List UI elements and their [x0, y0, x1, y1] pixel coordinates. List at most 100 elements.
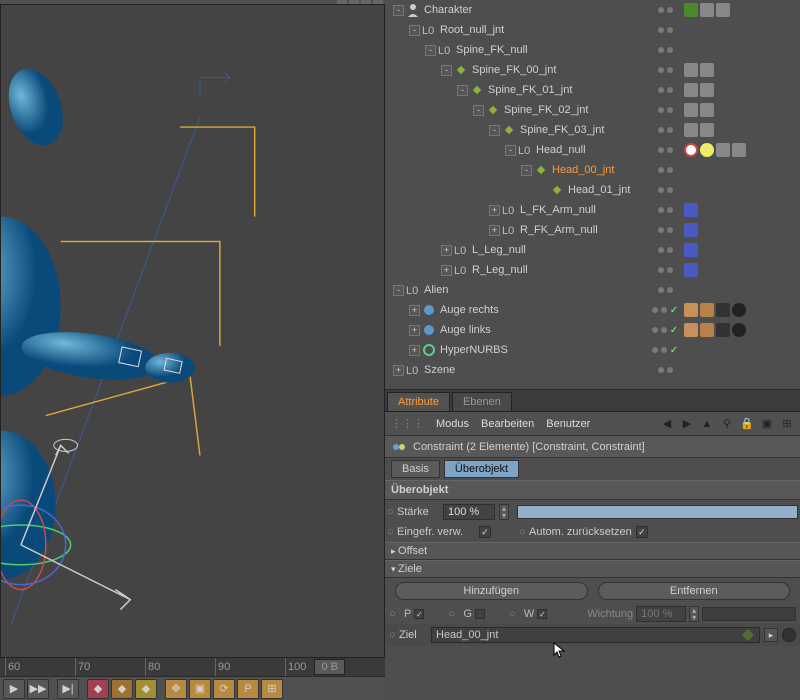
expand-toggle[interactable]: - — [473, 105, 484, 116]
hierarchy-row[interactable]: -L0Head_null — [385, 140, 800, 160]
visibility-dots[interactable]: ✓ — [650, 325, 680, 336]
object-name-label[interactable]: Charakter — [424, 4, 472, 16]
hierarchy-row[interactable]: -L0Alien — [385, 280, 800, 300]
visibility-dots[interactable] — [650, 7, 680, 13]
expand-toggle[interactable]: - — [393, 5, 404, 16]
po-tag-icon[interactable] — [716, 143, 730, 157]
ps-tag-icon[interactable] — [716, 3, 730, 17]
expand-toggle[interactable]: - — [521, 165, 532, 176]
tag-area[interactable] — [680, 203, 800, 217]
tag-area[interactable] — [680, 263, 800, 277]
nav-up-icon[interactable]: ▲ — [700, 417, 714, 431]
nav-back-icon[interactable]: ◀ — [660, 417, 674, 431]
offset-section-toggle[interactable]: Offset — [385, 542, 800, 560]
expand-toggle[interactable]: - — [457, 85, 468, 96]
tex-tag-icon[interactable] — [684, 323, 698, 337]
expand-toggle[interactable]: + — [409, 305, 420, 316]
search-icon[interactable]: ⚲ — [720, 417, 734, 431]
tag-area[interactable] — [680, 83, 800, 97]
expand-toggle[interactable]: + — [441, 265, 452, 276]
starke-input[interactable] — [443, 504, 495, 520]
expand-toggle[interactable]: - — [441, 65, 452, 76]
visibility-dots[interactable] — [650, 47, 680, 53]
tag-area[interactable] — [680, 303, 800, 317]
menu-modus[interactable]: Modus — [436, 418, 469, 430]
tag-area[interactable] — [680, 323, 800, 337]
nav-fwd-icon[interactable]: ▶ — [680, 417, 694, 431]
menu-bearbeiten[interactable]: Bearbeiten — [481, 418, 534, 430]
play-forward-button[interactable]: ▶▶ — [27, 679, 49, 699]
po-tag-icon[interactable] — [684, 63, 698, 77]
hierarchy-row[interactable]: +Auge links✓ — [385, 320, 800, 340]
visibility-dots[interactable] — [650, 167, 680, 173]
hierarchy-row[interactable]: +L0L_Leg_null — [385, 240, 800, 260]
object-name-label[interactable]: Spine_FK_null — [456, 44, 528, 56]
object-name-label[interactable]: Root_null_jnt — [440, 24, 504, 36]
tag-area[interactable] — [680, 123, 800, 137]
visibility-dots[interactable] — [650, 247, 680, 253]
eingefr-checkbox[interactable]: ✓ — [479, 526, 491, 538]
subtab-basis[interactable]: Basis — [391, 460, 440, 478]
visibility-dots[interactable] — [650, 267, 680, 273]
ps-tag-icon[interactable] — [700, 103, 714, 117]
hierarchy-row[interactable]: +L0R_FK_Arm_null — [385, 220, 800, 240]
visibility-dots[interactable] — [650, 187, 680, 193]
entfernen-button[interactable]: Entfernen — [598, 582, 791, 600]
po-tag-icon[interactable] — [684, 83, 698, 97]
object-name-label[interactable]: Spine_FK_02_jnt — [504, 104, 588, 116]
hierarchy-row[interactable]: +L0Szene — [385, 360, 800, 380]
object-name-label[interactable]: Head_00_jnt — [552, 164, 614, 176]
blue-red-tag-icon[interactable] — [684, 223, 698, 237]
visibility-dots[interactable] — [650, 67, 680, 73]
move-tool-button[interactable]: ✥ — [165, 679, 187, 699]
tag-area[interactable] — [680, 243, 800, 257]
object-name-label[interactable]: R_Leg_null — [472, 264, 528, 276]
expand-toggle[interactable]: - — [393, 285, 404, 296]
ziel-link-field[interactable]: Head_00_jnt — [431, 627, 760, 643]
ps-tag-icon[interactable] — [732, 143, 746, 157]
g-checkbox[interactable] — [475, 609, 485, 619]
visibility-dots[interactable] — [650, 27, 680, 33]
tab-ebenen[interactable]: Ebenen — [452, 392, 512, 411]
object-name-label[interactable]: Head_null — [536, 144, 586, 156]
forbid-tag-icon[interactable] — [684, 143, 698, 157]
blue-red-tag-icon[interactable] — [684, 263, 698, 277]
lock-icon[interactable]: 🔒 — [740, 417, 754, 431]
visibility-dots[interactable] — [650, 107, 680, 113]
ball-tag-icon[interactable] — [732, 303, 746, 317]
ziel-picker-button[interactable]: ▸ — [764, 628, 778, 642]
new-window-icon[interactable]: ▣ — [760, 417, 774, 431]
ps-tag-icon[interactable] — [700, 123, 714, 137]
autom-checkbox[interactable]: ✓ — [636, 526, 648, 538]
ball-tag-icon[interactable] — [732, 323, 746, 337]
object-name-label[interactable]: Auge links — [440, 324, 491, 336]
object-name-label[interactable]: Szene — [424, 364, 455, 376]
expand-toggle[interactable]: - — [505, 145, 516, 156]
object-name-label[interactable]: L_Leg_null — [472, 244, 526, 256]
hierarchy-row[interactable]: Head_01_jnt — [385, 180, 800, 200]
expand-toggle[interactable]: - — [489, 125, 500, 136]
keyframe-auto-button[interactable]: ◆ — [111, 679, 133, 699]
po-tag-icon[interactable] — [700, 3, 714, 17]
hierarchy-row[interactable]: - Charakter — [385, 0, 800, 20]
visibility-dots[interactable]: ✓ — [650, 345, 680, 356]
blue-red-tag-icon[interactable] — [684, 243, 698, 257]
object-name-label[interactable]: L_FK_Arm_null — [520, 204, 596, 216]
scale-tool-button[interactable]: ▣ — [189, 679, 211, 699]
starke-slider[interactable] — [517, 505, 798, 519]
starke-spinner[interactable]: ▴▾ — [499, 504, 509, 520]
hierarchy-row[interactable]: -L0Root_null_jnt — [385, 20, 800, 40]
object-name-label[interactable]: HyperNURBS — [440, 344, 508, 356]
expand-toggle[interactable]: + — [441, 245, 452, 256]
tag-area[interactable] — [680, 3, 800, 17]
hinzufugen-button[interactable]: Hinzufügen — [395, 582, 588, 600]
expand-toggle[interactable]: + — [393, 365, 404, 376]
ziele-section-toggle[interactable]: Ziele — [385, 560, 800, 578]
tag-area[interactable] — [680, 223, 800, 237]
object-name-label[interactable]: Alien — [424, 284, 448, 296]
tex2-tag-icon[interactable] — [700, 303, 714, 317]
play-button[interactable]: ▶ — [3, 679, 25, 699]
object-name-label[interactable]: Auge rechts — [440, 304, 499, 316]
object-name-label[interactable]: Spine_FK_00_jnt — [472, 64, 556, 76]
visibility-dots[interactable] — [650, 367, 680, 373]
